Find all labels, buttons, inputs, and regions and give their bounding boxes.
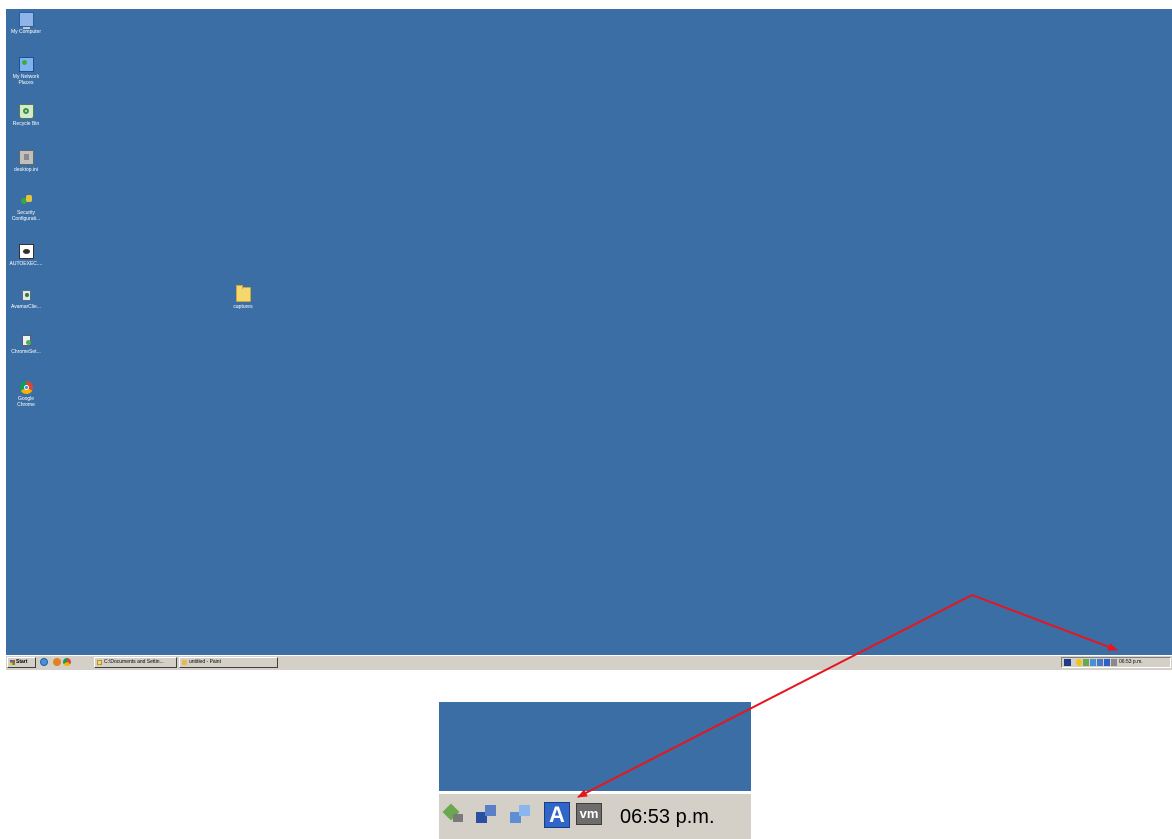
desktop-icon-label: ChromeSet...: [11, 349, 41, 355]
installer-icon: [20, 289, 33, 302]
installer-icon: [20, 334, 33, 347]
desktop-icon-my-network-places[interactable]: My Network Places: [6, 57, 46, 86]
desktop-icon-label: desktop.ini: [14, 167, 38, 173]
desktop-icon-label: AvamarClie...: [11, 304, 41, 310]
avamar-tray-icon[interactable]: [1104, 659, 1110, 666]
desktop-icon-label: captures: [233, 304, 253, 310]
tray-clock[interactable]: 06:53 p.m.: [1119, 658, 1143, 667]
desktop-icon-label: My Computer: [10, 29, 41, 35]
taskbar-button-explorer[interactable]: C:\Documents and Settin...: [94, 657, 177, 668]
desktop-icon-recycle-bin[interactable]: Recycle Bin: [6, 104, 46, 127]
batch-file-icon: [18, 244, 34, 259]
security-configuration-icon: [20, 195, 33, 208]
system-tray: 06:53 p.m.: [1061, 657, 1171, 668]
zoomed-clock: 06:53 p.m.: [620, 806, 715, 828]
tray-app-icon[interactable]: [1083, 659, 1089, 666]
network-icon[interactable]: [476, 804, 498, 826]
desktop-icon-my-computer[interactable]: My Computer: [6, 12, 46, 35]
zoomed-taskbar: A vm 06:53 p.m.: [439, 791, 751, 839]
desktop-icon-captures[interactable]: captures: [223, 285, 263, 310]
desktop-icon-desktop-ini[interactable]: desktop.ini: [6, 150, 46, 173]
firefox-icon[interactable]: [53, 658, 61, 666]
taskbar-button-label: C:\Documents and Settin...: [104, 659, 164, 665]
desktop-icon-label: Google Chrome: [17, 396, 35, 408]
desktop-icon-label: My Network Places: [12, 74, 40, 86]
folder-icon: [97, 660, 102, 665]
start-label: Start: [16, 659, 28, 665]
desktop-icon-label: AUTOEXEC....: [9, 261, 43, 267]
desktop-icon-google-chrome[interactable]: Google Chrome: [6, 381, 46, 408]
chrome-icon: [19, 381, 33, 394]
network-icon[interactable]: [1097, 659, 1103, 666]
taskbar-button-paint[interactable]: untitled - Paint: [179, 657, 278, 668]
start-button[interactable]: Start: [7, 657, 36, 668]
avamar-tray-icon[interactable]: A: [544, 802, 570, 828]
my-computer-icon: [18, 12, 34, 29]
desktop-icon-autoexec[interactable]: AUTOEXEC....: [6, 244, 46, 267]
zoomed-tray-inset: A vm 06:53 p.m.: [439, 702, 751, 839]
desktop-icon-label: Recycle Bin: [12, 121, 40, 127]
show-desktop-icon[interactable]: [1064, 659, 1071, 666]
recycle-bin-icon: [18, 104, 34, 119]
network-icon[interactable]: [1090, 659, 1096, 666]
tray-app-icon[interactable]: [1076, 659, 1082, 666]
vmware-tools-icon[interactable]: vm: [576, 803, 602, 825]
windows-logo-icon: [10, 660, 15, 665]
chrome-icon[interactable]: [63, 658, 71, 666]
folder-icon: [235, 285, 251, 302]
desktop[interactable]: My Computer My Network Places Recycle Bi…: [6, 9, 1172, 655]
zoomed-desktop-area: [439, 702, 751, 791]
taskbar: Start C:\Documents and Settin... untitle…: [6, 655, 1172, 670]
desktop-icon-avamar-client[interactable]: AvamarClie...: [6, 289, 46, 310]
network-icon[interactable]: [510, 804, 532, 826]
paint-icon: [182, 660, 187, 665]
desktop-icon-chrome-setup[interactable]: ChromeSet...: [6, 334, 46, 355]
internet-explorer-icon[interactable]: [40, 658, 48, 666]
desktop-icon-label: Security Configurati...: [11, 210, 41, 222]
network-places-icon: [18, 57, 34, 72]
tray-app-icon[interactable]: [443, 804, 465, 826]
desktop-icon-security-configuration[interactable]: Security Configurati...: [6, 195, 46, 222]
ini-file-icon: [18, 150, 34, 165]
taskbar-button-label: untitled - Paint: [189, 659, 221, 665]
vmware-tools-icon[interactable]: [1111, 659, 1117, 666]
